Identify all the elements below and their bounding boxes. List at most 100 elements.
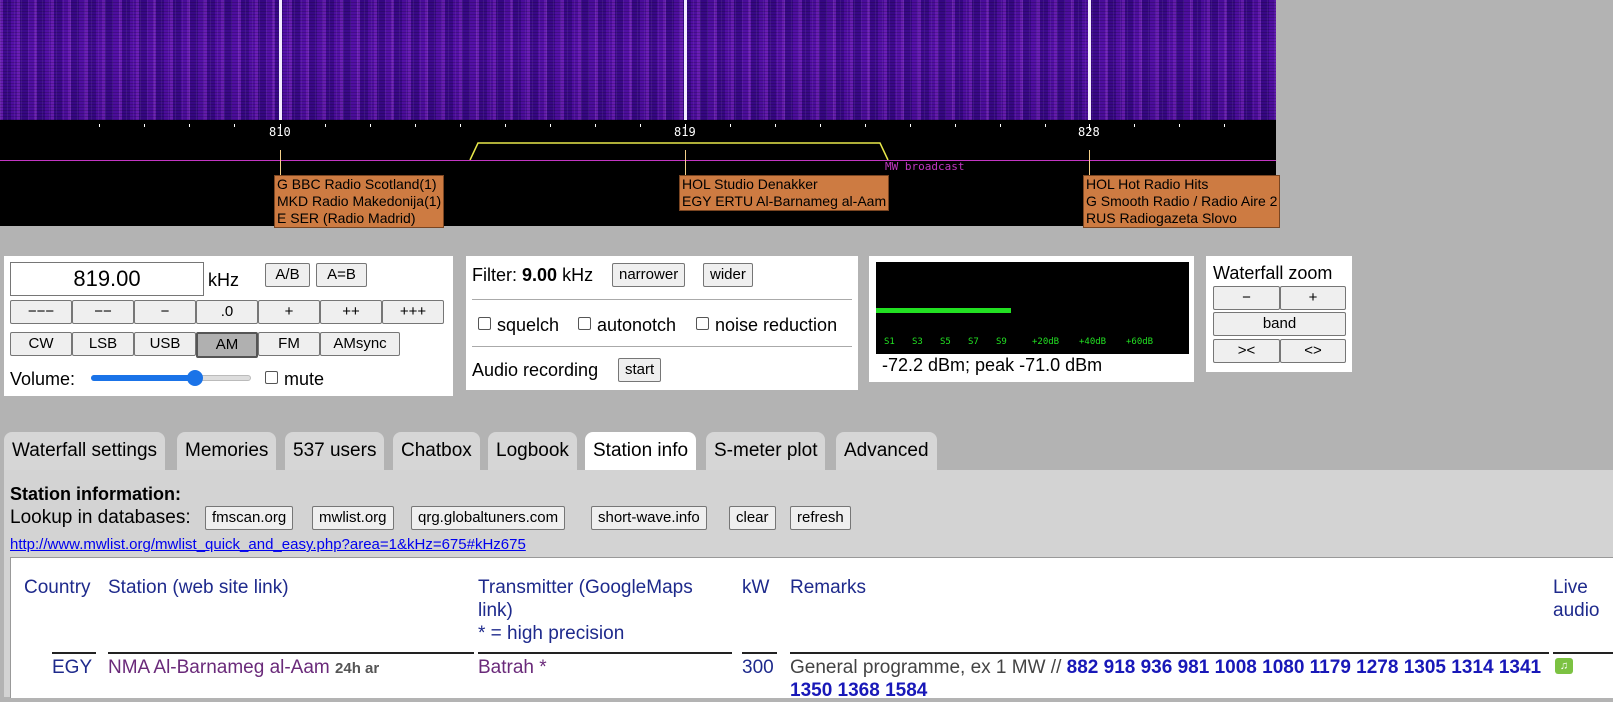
scale-tick <box>1179 124 1180 127</box>
wider-button[interactable]: wider <box>703 263 753 287</box>
step-down-1-button[interactable]: − <box>134 300 196 324</box>
mode-am-button[interactable]: AM <box>196 332 258 358</box>
header-rule <box>790 652 1549 654</box>
frequency-input[interactable]: 819.00 <box>10 262 204 296</box>
smeter-scale-label: +20dB <box>1032 337 1060 347</box>
station-label-line: G Smooth Radio / Radio Aire 2 <box>1086 193 1278 209</box>
waterfall-display[interactable] <box>0 0 1276 120</box>
smeter-scale-label: S9 <box>996 337 1007 347</box>
clear-button[interactable]: clear <box>729 506 776 530</box>
scale-tick <box>595 124 596 127</box>
tab-memories[interactable]: Memories <box>177 432 277 470</box>
record-start-button[interactable]: start <box>618 358 662 382</box>
mode-amsync-button[interactable]: AMsync <box>320 332 400 356</box>
row-transmitter[interactable]: Batrah * <box>478 656 547 679</box>
station-label-810[interactable]: G BBC Radio Scotland(1) MKD Radio Makedo… <box>274 175 445 228</box>
step-up-3-button[interactable]: +++ <box>382 300 444 324</box>
scale-tick <box>820 124 821 127</box>
lookup-fmscan-button[interactable]: fmscan.org <box>205 506 294 530</box>
lookup-link[interactable]: http://www.mwlist.org/mwlist_quick_and_e… <box>10 536 526 553</box>
noise-reduction-checkbox[interactable] <box>696 317 709 330</box>
smeter-scale-label: S3 <box>912 337 923 347</box>
row-related-freqs[interactable]: 882 918 936 981 1008 1080 1179 1278 1305… <box>1067 657 1494 678</box>
station-label-line: RUS Radiogazeta Slovo <box>1086 210 1237 226</box>
tab-station-info[interactable]: Station info <box>585 432 697 470</box>
station-label-819[interactable]: HOL Studio Denakker EGY ERTU Al-Barnameg… <box>679 175 890 211</box>
volume-thumb[interactable] <box>187 370 204 386</box>
scale-tick <box>234 124 235 127</box>
scale-tick <box>325 124 326 127</box>
col-remarks: Remarks <box>790 577 867 598</box>
scale-tick <box>775 124 776 127</box>
zoom-in-button[interactable]: + <box>1280 286 1346 310</box>
col-live-audio-line2: audio <box>1553 600 1600 621</box>
step-up-2-button[interactable]: ++ <box>320 300 382 324</box>
mode-usb-button[interactable]: USB <box>134 332 196 356</box>
station-info-heading: Station information: <box>10 484 181 504</box>
smeter-scale-label: +40dB <box>1079 337 1107 347</box>
filter-divider <box>472 299 852 300</box>
scale-tick <box>1224 124 1225 127</box>
mode-lsb-button[interactable]: LSB <box>72 332 134 356</box>
tab-logbook[interactable]: Logbook <box>488 432 577 470</box>
scale-tick <box>640 124 641 127</box>
station-label-line: MKD Radio Makedonija(1) <box>277 193 442 209</box>
freq-label-819: 819 <box>674 125 696 139</box>
filter-readout: Filter: 9.00 kHz <box>472 265 593 286</box>
mode-cw-button[interactable]: CW <box>10 332 72 356</box>
smeter-scale-label: +60dB <box>1126 337 1154 347</box>
header-rule <box>742 652 777 654</box>
volume-slider[interactable] <box>91 370 251 386</box>
smeter-bar <box>876 308 1011 313</box>
zoom-wide-button[interactable]: <> <box>1280 339 1346 363</box>
freq-label-828: 828 <box>1078 125 1100 139</box>
row-remarks-text: General programme, ex 1 MW // <box>790 657 1062 678</box>
tab-advanced[interactable]: Advanced <box>836 432 937 470</box>
volume-label: Volume: <box>10 369 76 389</box>
step-down-2-button[interactable]: −− <box>72 300 134 324</box>
squelch-label: squelch <box>497 315 560 335</box>
mode-fm-button[interactable]: FM <box>258 332 320 356</box>
tab-chatbox[interactable]: Chatbox <box>393 432 480 470</box>
step-round-button[interactable]: .0 <box>196 300 258 324</box>
step-up-1-button[interactable]: + <box>258 300 320 324</box>
lookup-shortwave-info-button[interactable]: short-wave.info <box>591 506 707 530</box>
station-label-line: HOL Hot Radio Hits <box>1086 176 1209 192</box>
smeter-scale-label: S7 <box>968 337 979 347</box>
narrower-button[interactable]: narrower <box>612 263 686 287</box>
scale-tick <box>99 124 100 127</box>
lookup-mwlist-button[interactable]: mwlist.org <box>312 506 394 530</box>
scale-tick <box>189 124 190 127</box>
scale-tick <box>910 124 911 127</box>
zoom-band-button[interactable]: band <box>1213 312 1346 336</box>
a-equals-b-button[interactable]: A=B <box>316 263 367 287</box>
zoom-narrow-button[interactable]: >< <box>1213 339 1280 363</box>
tab-users[interactable]: 537 users <box>285 432 385 470</box>
squelch-checkbox[interactable] <box>478 317 491 330</box>
row-station-name[interactable]: NMA Al-Barnameg al-Aam <box>108 657 330 678</box>
scale-tick <box>1000 124 1001 127</box>
tab-smeter-plot[interactable]: S-meter plot <box>706 432 826 470</box>
zoom-title: Waterfall zoom <box>1213 263 1333 283</box>
station-label-line: HOL Studio Denakker <box>682 176 818 192</box>
lookup-globaltuners-button[interactable]: qrg.globaltuners.com <box>411 506 566 530</box>
zoom-out-button[interactable]: − <box>1213 286 1280 310</box>
station-label-line: EGY ERTU Al-Barnameg al-Aam <box>682 193 887 209</box>
waterfall-carrier-line <box>1088 0 1091 120</box>
ab-button[interactable]: A/B <box>265 263 310 287</box>
headphones-icon[interactable]: ♫ <box>1555 658 1573 674</box>
tab-waterfall-settings[interactable]: Waterfall settings <box>4 432 166 470</box>
row-station[interactable]: NMA Al-Barnameg al-Aam 24h ar <box>108 656 379 680</box>
band-bar <box>0 160 1276 161</box>
station-label-828[interactable]: HOL Hot Radio Hits G Smooth Radio / Radi… <box>1083 175 1281 228</box>
filter-divider <box>472 346 852 347</box>
scale-tick <box>505 124 506 127</box>
scale-tick <box>955 124 956 127</box>
scale-tick <box>550 124 551 127</box>
refresh-button[interactable]: refresh <box>790 506 851 530</box>
step-down-3-button[interactable]: −−− <box>10 300 72 324</box>
header-rule <box>1553 652 1613 654</box>
mute-checkbox[interactable] <box>265 371 278 384</box>
autonotch-checkbox[interactable] <box>578 317 591 330</box>
smeter-scale-label: S5 <box>940 337 951 347</box>
